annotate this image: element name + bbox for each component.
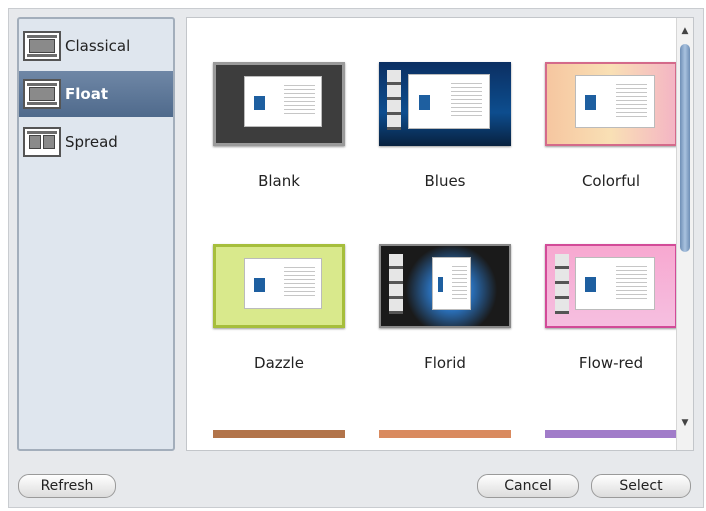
- cancel-button[interactable]: Cancel: [477, 474, 579, 498]
- layout-item-label: Spread: [65, 133, 118, 151]
- template-label: Florid: [424, 354, 466, 372]
- layout-item-classical[interactable]: Classical: [19, 23, 173, 69]
- layout-item-float[interactable]: Float: [19, 71, 173, 117]
- vertical-scrollbar[interactable]: ▲ ▼: [676, 18, 693, 450]
- template-thumbnail-partial[interactable]: [379, 430, 511, 438]
- scroll-up-icon[interactable]: ▲: [677, 24, 693, 38]
- template-blues[interactable]: Blues: [365, 62, 525, 190]
- template-label: Dazzle: [254, 354, 304, 372]
- template-gallery: Blank Blues Colorful Dazzle Florid Flow-…: [186, 17, 694, 451]
- template-thumbnail: [545, 62, 677, 146]
- template-label: Blues: [424, 172, 466, 190]
- template-thumbnail-partial[interactable]: [545, 430, 677, 438]
- float-layout-icon: [23, 79, 61, 109]
- template-label: Colorful: [581, 172, 641, 190]
- layout-list: Classical Float Spread: [17, 17, 175, 451]
- template-thumbnail: [213, 62, 345, 146]
- layout-item-spread[interactable]: Spread: [19, 119, 173, 165]
- template-blank[interactable]: Blank: [199, 62, 359, 190]
- refresh-button[interactable]: Refresh: [18, 474, 116, 498]
- template-thumbnail: [213, 244, 345, 328]
- scroll-down-icon[interactable]: ▼: [677, 416, 693, 430]
- template-colorful[interactable]: Colorful: [531, 62, 691, 190]
- template-label: Blank: [258, 172, 300, 190]
- layout-item-label: Float: [65, 85, 108, 103]
- template-flow-red[interactable]: Flow-red: [531, 244, 691, 372]
- spread-layout-icon: [23, 127, 61, 157]
- layout-item-label: Classical: [65, 37, 131, 55]
- template-thumbnail-partial[interactable]: [213, 430, 345, 438]
- template-thumbnail: [379, 62, 511, 146]
- template-florid[interactable]: Florid: [365, 244, 525, 372]
- select-button[interactable]: Select: [591, 474, 691, 498]
- template-label: Flow-red: [578, 354, 644, 372]
- scroll-thumb[interactable]: [680, 44, 690, 252]
- template-thumbnail: [545, 244, 677, 328]
- template-grid: Blank Blues Colorful Dazzle Florid Flow-…: [187, 18, 677, 450]
- template-thumbnail: [379, 244, 511, 328]
- classical-layout-icon: [23, 31, 61, 61]
- template-picker-dialog: Classical Float Spread Blank Blues Color…: [8, 8, 704, 508]
- template-dazzle[interactable]: Dazzle: [199, 244, 359, 372]
